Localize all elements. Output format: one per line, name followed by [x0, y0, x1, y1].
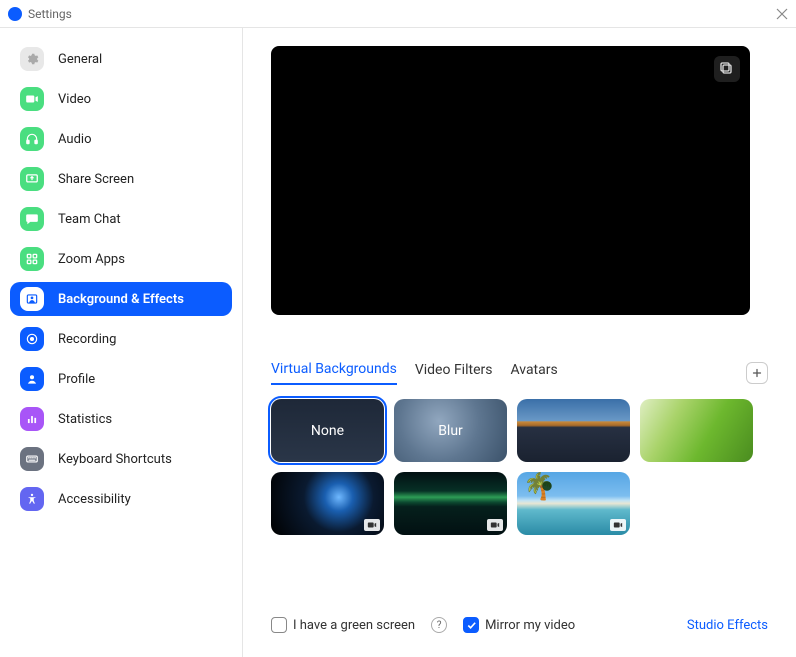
background-video-aurora[interactable]	[394, 472, 507, 535]
thumb-label: None	[311, 423, 344, 439]
sidebar-item-label: Team Chat	[58, 212, 121, 227]
thumb-label: Blur	[438, 423, 463, 439]
sidebar: General Video Audio Share Screen Team Ch…	[0, 28, 243, 657]
tab-virtual-backgrounds[interactable]: Virtual Backgrounds	[271, 361, 397, 385]
titlebar: Settings	[0, 0, 796, 28]
sidebar-item-label: Share Screen	[58, 172, 134, 187]
gear-icon	[20, 47, 44, 71]
background-image-grass[interactable]	[640, 399, 753, 462]
green-screen-help-button[interactable]: ?	[431, 617, 447, 633]
checkbox-icon	[271, 617, 287, 633]
app-icon	[8, 7, 22, 21]
sidebar-item-accessibility[interactable]: Accessibility	[10, 482, 232, 516]
video-badge-icon	[610, 519, 626, 531]
rotate-icon	[719, 61, 735, 77]
statistics-icon	[20, 407, 44, 431]
background-icon	[20, 287, 44, 311]
sidebar-item-video[interactable]: Video	[10, 82, 232, 116]
sidebar-item-profile[interactable]: Profile	[10, 362, 232, 396]
plus-icon	[751, 367, 763, 379]
rotate-camera-button[interactable]	[714, 56, 740, 82]
sidebar-item-audio[interactable]: Audio	[10, 122, 232, 156]
sidebar-item-keyboard-shortcuts[interactable]: Keyboard Shortcuts	[10, 442, 232, 476]
main-panel: Virtual Backgrounds Video Filters Avatar…	[243, 28, 796, 657]
green-screen-checkbox[interactable]: I have a green screen	[271, 617, 415, 633]
background-blur[interactable]: Blur	[394, 399, 507, 462]
accessibility-icon	[20, 487, 44, 511]
window-title: Settings	[28, 7, 776, 21]
sidebar-item-recording[interactable]: Recording	[10, 322, 232, 356]
apps-icon	[20, 247, 44, 271]
sidebar-item-general[interactable]: General	[10, 42, 232, 76]
video-preview	[271, 46, 750, 315]
chat-icon	[20, 207, 44, 231]
video-icon	[20, 87, 44, 111]
checkbox-label: Mirror my video	[485, 618, 575, 633]
sidebar-item-label: Keyboard Shortcuts	[58, 452, 172, 467]
studio-effects-link[interactable]: Studio Effects	[687, 618, 768, 633]
background-none[interactable]: None	[271, 399, 384, 462]
sidebar-item-team-chat[interactable]: Team Chat	[10, 202, 232, 236]
checkbox-checked-icon	[463, 617, 479, 633]
share-screen-icon	[20, 167, 44, 191]
sidebar-item-share-screen[interactable]: Share Screen	[10, 162, 232, 196]
video-badge-icon	[364, 519, 380, 531]
sidebar-item-label: Statistics	[58, 412, 112, 427]
background-thumbnails: None Blur 🌴	[271, 399, 768, 535]
close-button[interactable]	[776, 8, 788, 20]
sidebar-item-background-effects[interactable]: Background & Effects	[10, 282, 232, 316]
tab-avatars[interactable]: Avatars	[510, 362, 557, 384]
sidebar-item-zoom-apps[interactable]: Zoom Apps	[10, 242, 232, 276]
sidebar-item-label: Zoom Apps	[58, 252, 125, 267]
palm-decoration: 🌴	[523, 474, 555, 500]
sidebar-item-label: Recording	[58, 332, 116, 347]
sidebar-item-label: Video	[58, 92, 91, 107]
video-badge-icon	[487, 519, 503, 531]
profile-icon	[20, 367, 44, 391]
background-image-bridge[interactable]	[517, 399, 630, 462]
add-background-button[interactable]	[746, 362, 768, 384]
sidebar-item-label: Accessibility	[58, 492, 131, 507]
sidebar-item-label: General	[58, 52, 102, 67]
background-video-earth[interactable]	[271, 472, 384, 535]
sidebar-item-label: Background & Effects	[58, 292, 184, 307]
sidebar-item-label: Profile	[58, 372, 95, 387]
recording-icon	[20, 327, 44, 351]
headphones-icon	[20, 127, 44, 151]
background-video-beach[interactable]: 🌴	[517, 472, 630, 535]
sidebar-item-statistics[interactable]: Statistics	[10, 402, 232, 436]
mirror-video-checkbox[interactable]: Mirror my video	[463, 617, 575, 633]
footer-controls: I have a green screen ? Mirror my video …	[271, 617, 768, 647]
sidebar-item-label: Audio	[58, 132, 91, 147]
keyboard-icon	[20, 447, 44, 471]
tabs: Virtual Backgrounds Video Filters Avatar…	[271, 361, 768, 385]
checkbox-label: I have a green screen	[293, 618, 415, 633]
close-icon	[776, 8, 788, 20]
tab-video-filters[interactable]: Video Filters	[415, 362, 493, 384]
